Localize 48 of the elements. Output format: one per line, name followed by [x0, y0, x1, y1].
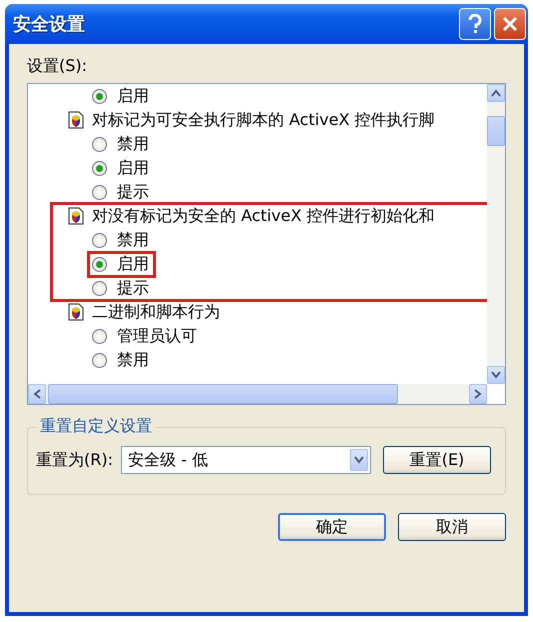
vertical-scrollbar[interactable]: [487, 84, 505, 384]
scroll-thumb[interactable]: [48, 384, 398, 404]
reset-button[interactable]: 重置(E): [383, 446, 491, 474]
option-label: 启用: [117, 158, 149, 178]
reset-label: 重置为(R):: [36, 450, 113, 470]
option-label: 启用: [117, 254, 149, 274]
radio-button[interactable]: [92, 328, 107, 344]
security-level-dropdown[interactable]: 安全级 - 低: [121, 446, 371, 474]
radio-button[interactable]: [92, 184, 107, 200]
radio-button[interactable]: [92, 352, 107, 368]
document-shield-icon: [68, 303, 84, 321]
setting-name: 对标记为可安全执行脚本的 ActiveX 控件执行脚: [92, 110, 435, 130]
scroll-thumb[interactable]: [487, 116, 505, 146]
help-icon: [468, 14, 482, 34]
radio-button[interactable]: [92, 160, 107, 176]
document-shield-icon: [68, 207, 84, 225]
radio-button[interactable]: [92, 280, 107, 296]
dialog-button[interactable]: 取消: [398, 513, 506, 541]
scroll-down-button[interactable]: [487, 366, 505, 384]
scroll-up-button[interactable]: [487, 84, 505, 102]
radio-button[interactable]: [92, 88, 107, 104]
option-label: 管理员认可: [117, 326, 197, 346]
radio-button[interactable]: [92, 256, 107, 272]
close-icon: [502, 16, 518, 32]
option-label: 禁用: [117, 350, 149, 370]
window-title: 安全设置: [13, 13, 86, 36]
dialog-button[interactable]: 确定: [278, 513, 386, 541]
up-chevron-icon: [491, 89, 501, 97]
settings-label: 设置(S):: [27, 56, 88, 77]
radio-button[interactable]: [92, 232, 107, 248]
option-label: 提示: [117, 182, 149, 202]
scroll-right-button[interactable]: [469, 384, 487, 404]
left-chevron-icon: [33, 389, 41, 399]
setting-name: 二进制和脚本行为: [92, 302, 220, 322]
help-button[interactable]: [459, 8, 491, 40]
right-chevron-icon: [474, 389, 482, 399]
option-label: 启用: [117, 86, 149, 106]
setting-name: 对没有标记为安全的 ActiveX 控件进行初始化和: [92, 206, 435, 226]
option-label: 提示: [117, 278, 149, 298]
document-shield-icon: [68, 111, 84, 129]
close-button[interactable]: [494, 8, 526, 40]
scroll-left-button[interactable]: [28, 384, 46, 404]
option-label: 禁用: [117, 230, 149, 250]
option-label: 禁用: [117, 134, 149, 154]
down-chevron-icon: [491, 371, 501, 379]
radio-button[interactable]: [92, 136, 107, 152]
horizontal-scrollbar[interactable]: [28, 384, 487, 404]
down-chevron-icon: [354, 456, 364, 464]
